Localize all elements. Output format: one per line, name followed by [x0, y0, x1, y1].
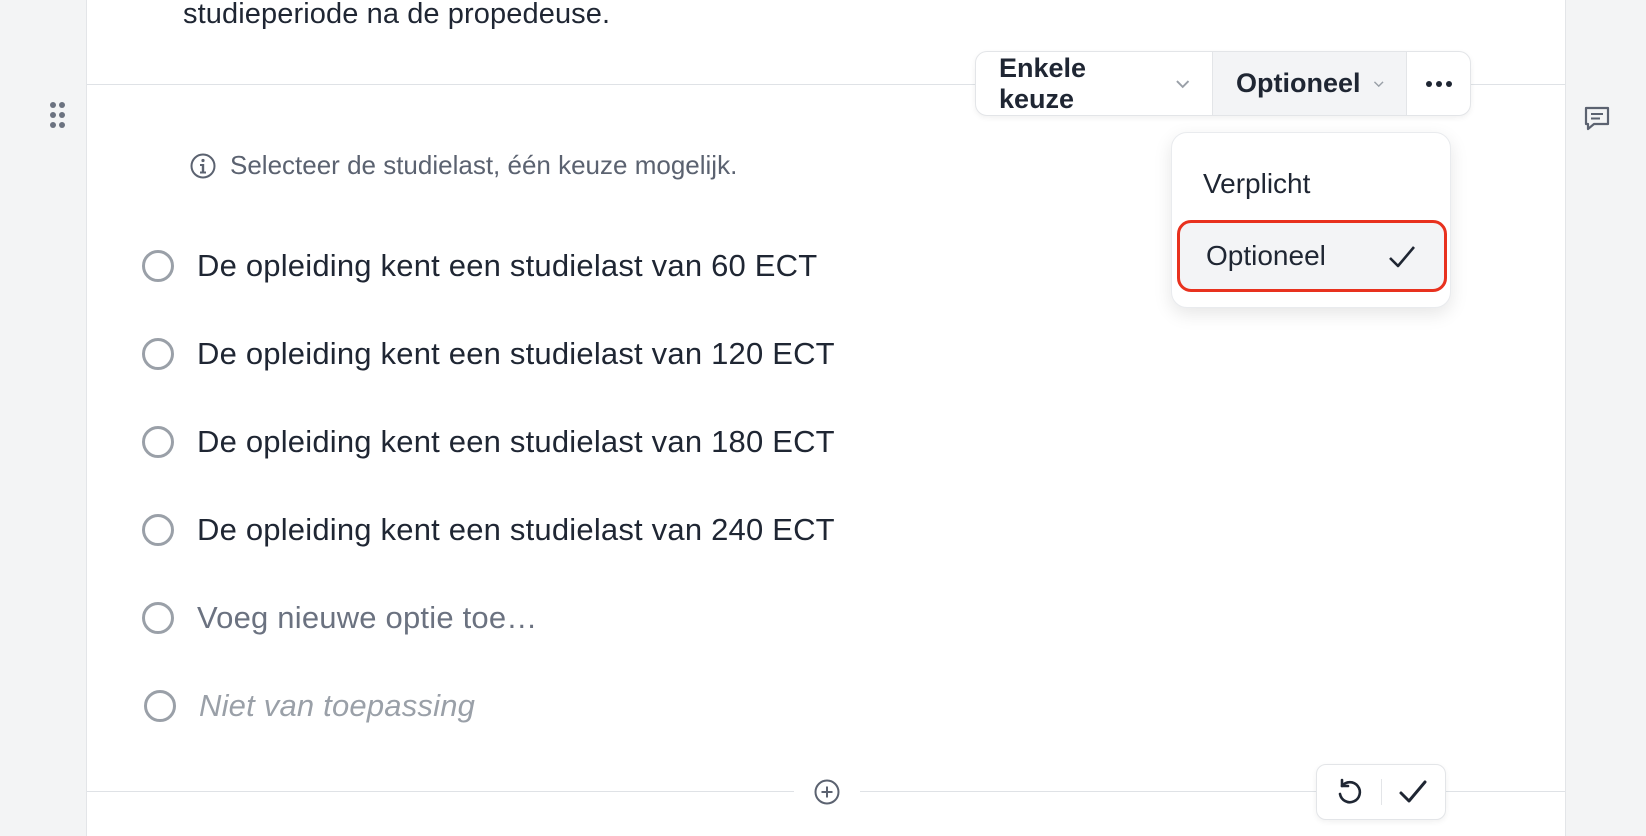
menu-item-optioneel[interactable]: Optioneel	[1177, 220, 1447, 292]
form-editor: studieperiode na de propedeuse. Selectee…	[0, 0, 1646, 836]
radio-button[interactable]	[142, 426, 174, 458]
radio-button	[142, 602, 174, 634]
question-type-label: Enkele keuze	[999, 52, 1087, 114]
undo-button[interactable]	[1317, 765, 1381, 819]
chevron-down-icon	[1373, 80, 1384, 87]
option-label[interactable]: De opleiding kent een studielast van 120…	[197, 336, 835, 372]
option-label[interactable]: De opleiding kent een studielast van 180…	[197, 424, 835, 460]
not-applicable-row[interactable]: Niet van toepassing	[144, 688, 475, 724]
add-block-icon[interactable]	[813, 778, 841, 806]
question-card: studieperiode na de propedeuse. Selectee…	[86, 0, 1566, 836]
menu-item-label: Verplicht	[1203, 168, 1311, 199]
undo-icon	[1338, 778, 1361, 804]
option-row[interactable]: De opleiding kent een studielast van 240…	[142, 512, 835, 548]
ellipsis-icon	[1425, 80, 1452, 87]
option-row[interactable]: De opleiding kent een studielast van 60 …	[142, 248, 817, 284]
radio-button[interactable]	[142, 338, 174, 370]
radio-button[interactable]	[142, 250, 174, 282]
confirm-button[interactable]	[1382, 765, 1446, 819]
menu-item-verplicht[interactable]: Verplicht	[1172, 148, 1450, 220]
check-icon	[1389, 246, 1415, 268]
radio-button[interactable]	[142, 514, 174, 546]
option-row[interactable]: De opleiding kent een studielast van 180…	[142, 424, 835, 460]
helper-text: Selecteer de studielast, één keuze mogel…	[230, 150, 738, 180]
requirement-dropdown[interactable]: Optioneel	[1213, 52, 1407, 115]
question-toolbar: Enkele keuze Optioneel	[975, 51, 1471, 116]
comment-icon[interactable]	[1582, 103, 1612, 133]
not-applicable-label[interactable]: Niet van toepassing	[199, 688, 475, 724]
chevron-down-icon	[1175, 79, 1189, 88]
radio-button[interactable]	[144, 690, 176, 722]
add-option-input[interactable]: Voeg nieuwe optie toe…	[197, 600, 537, 636]
check-icon	[1399, 780, 1427, 803]
menu-item-label: Optioneel	[1206, 240, 1326, 271]
option-row[interactable]: De opleiding kent een studielast van 120…	[142, 336, 835, 372]
requirement-menu: Verplicht Optioneel	[1171, 132, 1451, 308]
previous-question-text: studieperiode na de propedeuse.	[183, 0, 611, 30]
question-type-dropdown[interactable]: Enkele keuze	[976, 52, 1213, 115]
edit-actions	[1316, 764, 1446, 820]
helper-text-row: Selecteer de studielast, één keuze mogel…	[189, 150, 737, 181]
more-options-button[interactable]	[1407, 52, 1470, 115]
requirement-label: Optioneel	[1236, 68, 1361, 98]
drag-handle-icon[interactable]	[48, 102, 68, 132]
add-option-row[interactable]: Voeg nieuwe optie toe…	[142, 600, 537, 636]
option-label[interactable]: De opleiding kent een studielast van 60 …	[197, 248, 817, 284]
option-label[interactable]: De opleiding kent een studielast van 240…	[197, 512, 835, 548]
info-icon	[190, 153, 216, 178]
